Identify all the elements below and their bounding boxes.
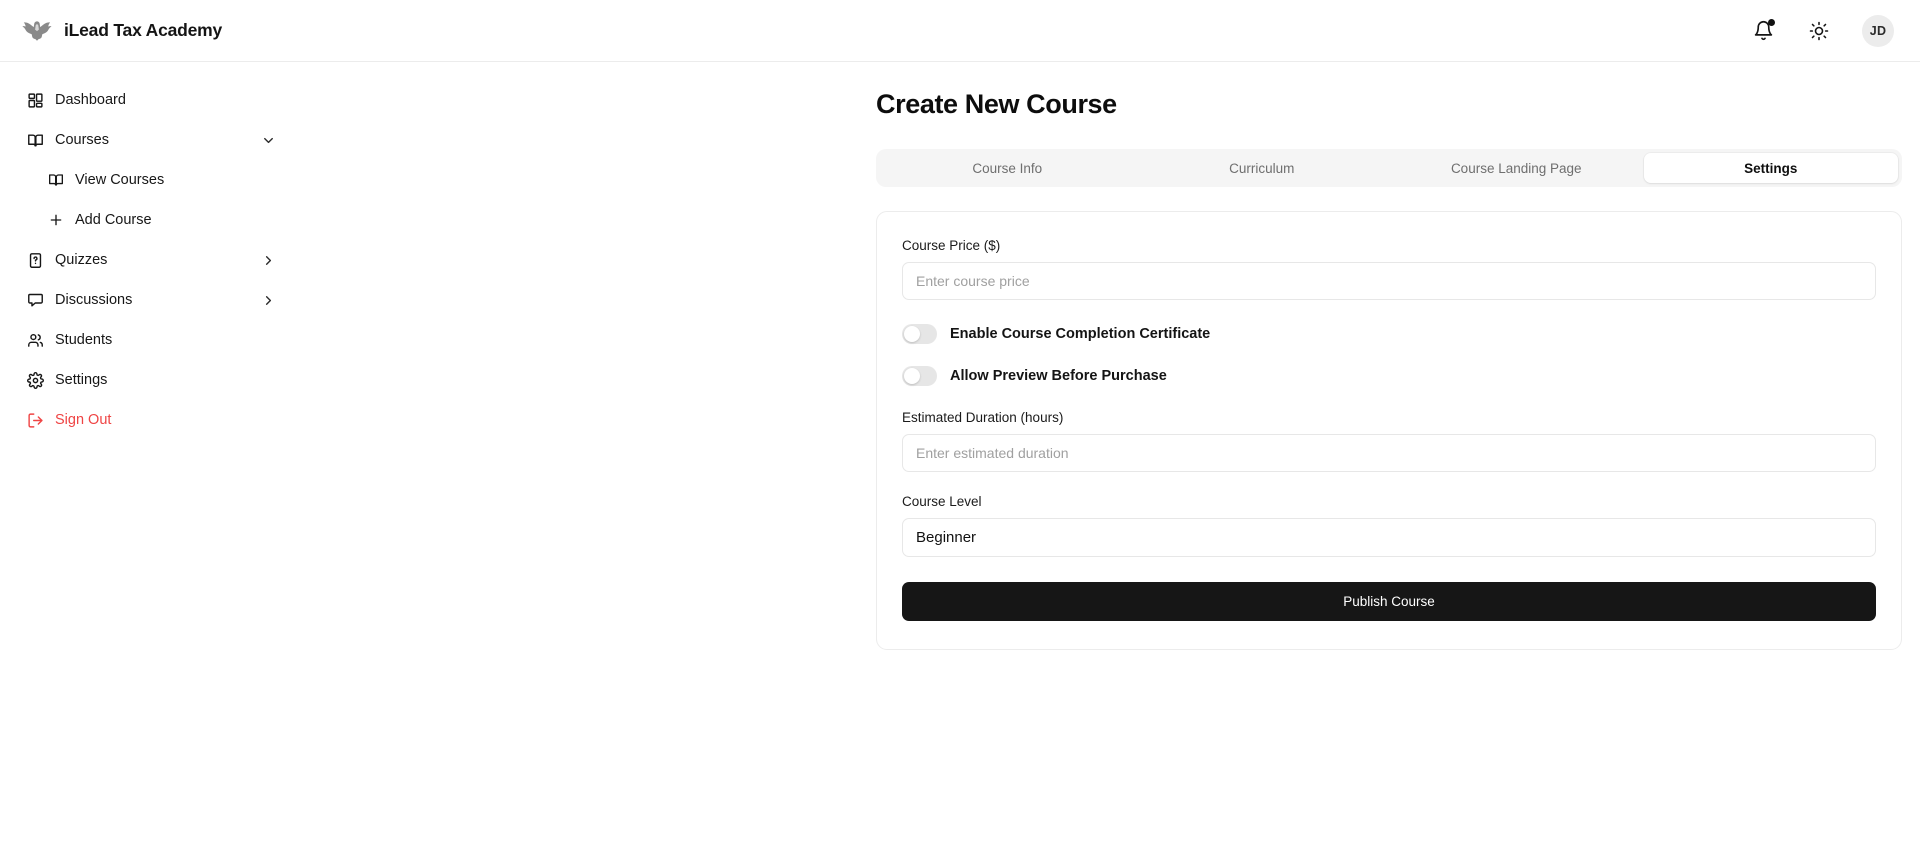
book-icon xyxy=(47,172,64,189)
tab-course-info[interactable]: Course Info xyxy=(880,153,1135,183)
sidebar-item-dashboard[interactable]: Dashboard xyxy=(0,80,300,120)
course-level-select[interactable]: Beginner xyxy=(902,518,1876,557)
eagle-logo-icon xyxy=(22,18,52,44)
sidebar-item-label: Courses xyxy=(55,132,109,148)
settings-panel: Course Price ($) Enable Course Completio… xyxy=(876,211,1902,650)
preview-toggle-label: Allow Preview Before Purchase xyxy=(950,368,1167,384)
sidebar: Dashboard Courses View Courses Add Cours… xyxy=(0,62,300,859)
chevron-right-icon[interactable] xyxy=(261,253,276,268)
plus-icon xyxy=(47,212,64,229)
tab-course-landing-page[interactable]: Course Landing Page xyxy=(1389,153,1644,183)
sidebar-item-sign-out[interactable]: Sign Out xyxy=(0,400,300,440)
course-level-label: Course Level xyxy=(902,494,982,509)
page-title: Create New Course xyxy=(876,89,1117,119)
top-header-bar: iLead Tax Academy JD xyxy=(0,0,1920,62)
logout-icon xyxy=(27,412,44,429)
toggle-knob xyxy=(904,326,920,342)
tab-settings[interactable]: Settings xyxy=(1643,153,1898,183)
certificate-toggle-row: Enable Course Completion Certificate xyxy=(902,322,1876,346)
brand-name: iLead Tax Academy xyxy=(64,20,223,40)
sidebar-item-quizzes[interactable]: Quizzes xyxy=(0,240,300,280)
sidebar-item-students[interactable]: Students xyxy=(0,320,300,360)
course-level-value: Beginner xyxy=(916,529,977,546)
sidebar-item-view-courses[interactable]: View Courses xyxy=(0,160,300,200)
tab-curriculum[interactable]: Curriculum xyxy=(1135,153,1390,183)
chevron-down-icon[interactable] xyxy=(261,133,276,148)
course-price-label: Course Price ($) xyxy=(902,238,1001,253)
gear-icon xyxy=(27,371,44,389)
bell-icon[interactable] xyxy=(1750,18,1776,44)
sidebar-item-label: Sign Out xyxy=(55,412,112,428)
brand[interactable]: iLead Tax Academy xyxy=(22,18,222,44)
sidebar-item-label: Dashboard xyxy=(55,92,126,108)
sidebar-item-label: Students xyxy=(55,332,113,348)
certificate-toggle-label: Enable Course Completion Certificate xyxy=(950,326,1211,342)
book-icon xyxy=(27,132,44,149)
sidebar-item-label: Quizzes xyxy=(55,252,108,268)
sidebar-item-label: Discussions xyxy=(55,292,133,308)
course-price-input[interactable] xyxy=(902,262,1876,300)
sidebar-item-label: Add Course xyxy=(75,212,152,228)
avatar[interactable]: JD xyxy=(1862,14,1894,47)
enable-certificate-toggle[interactable] xyxy=(902,324,937,344)
app-shell: Dashboard Courses View Courses Add Cours… xyxy=(0,62,1920,859)
estimated-duration-input[interactable] xyxy=(902,434,1876,472)
sidebar-item-label: Settings xyxy=(55,372,108,388)
publish-course-button[interactable]: Publish Course xyxy=(902,582,1876,621)
sidebar-item-label: View Courses xyxy=(75,172,165,188)
tab-bar: Course Info Curriculum Course Landing Pa… xyxy=(876,149,1902,187)
sidebar-item-discussions[interactable]: Discussions xyxy=(0,280,300,320)
estimated-duration-label: Estimated Duration (hours) xyxy=(902,410,1064,425)
content-column: Course Info Curriculum Course Landing Pa… xyxy=(876,149,1902,650)
grid-icon xyxy=(27,92,44,109)
allow-preview-toggle[interactable] xyxy=(902,366,937,386)
sun-icon[interactable] xyxy=(1806,18,1832,44)
sidebar-item-add-course[interactable]: Add Course xyxy=(0,200,300,240)
toggle-knob xyxy=(904,368,920,384)
sidebar-item-settings[interactable]: Settings xyxy=(0,360,300,400)
quiz-file-icon xyxy=(27,252,44,269)
chat-icon xyxy=(27,292,44,309)
sidebar-item-courses[interactable]: Courses xyxy=(0,120,300,160)
chevron-right-icon[interactable] xyxy=(261,293,276,308)
preview-toggle-row: Allow Preview Before Purchase xyxy=(902,364,1876,388)
header-actions: JD xyxy=(1750,14,1894,47)
main-content: Create New Course Course Info Curriculum… xyxy=(300,62,1920,859)
users-icon xyxy=(27,332,44,349)
notification-dot xyxy=(1768,18,1775,26)
